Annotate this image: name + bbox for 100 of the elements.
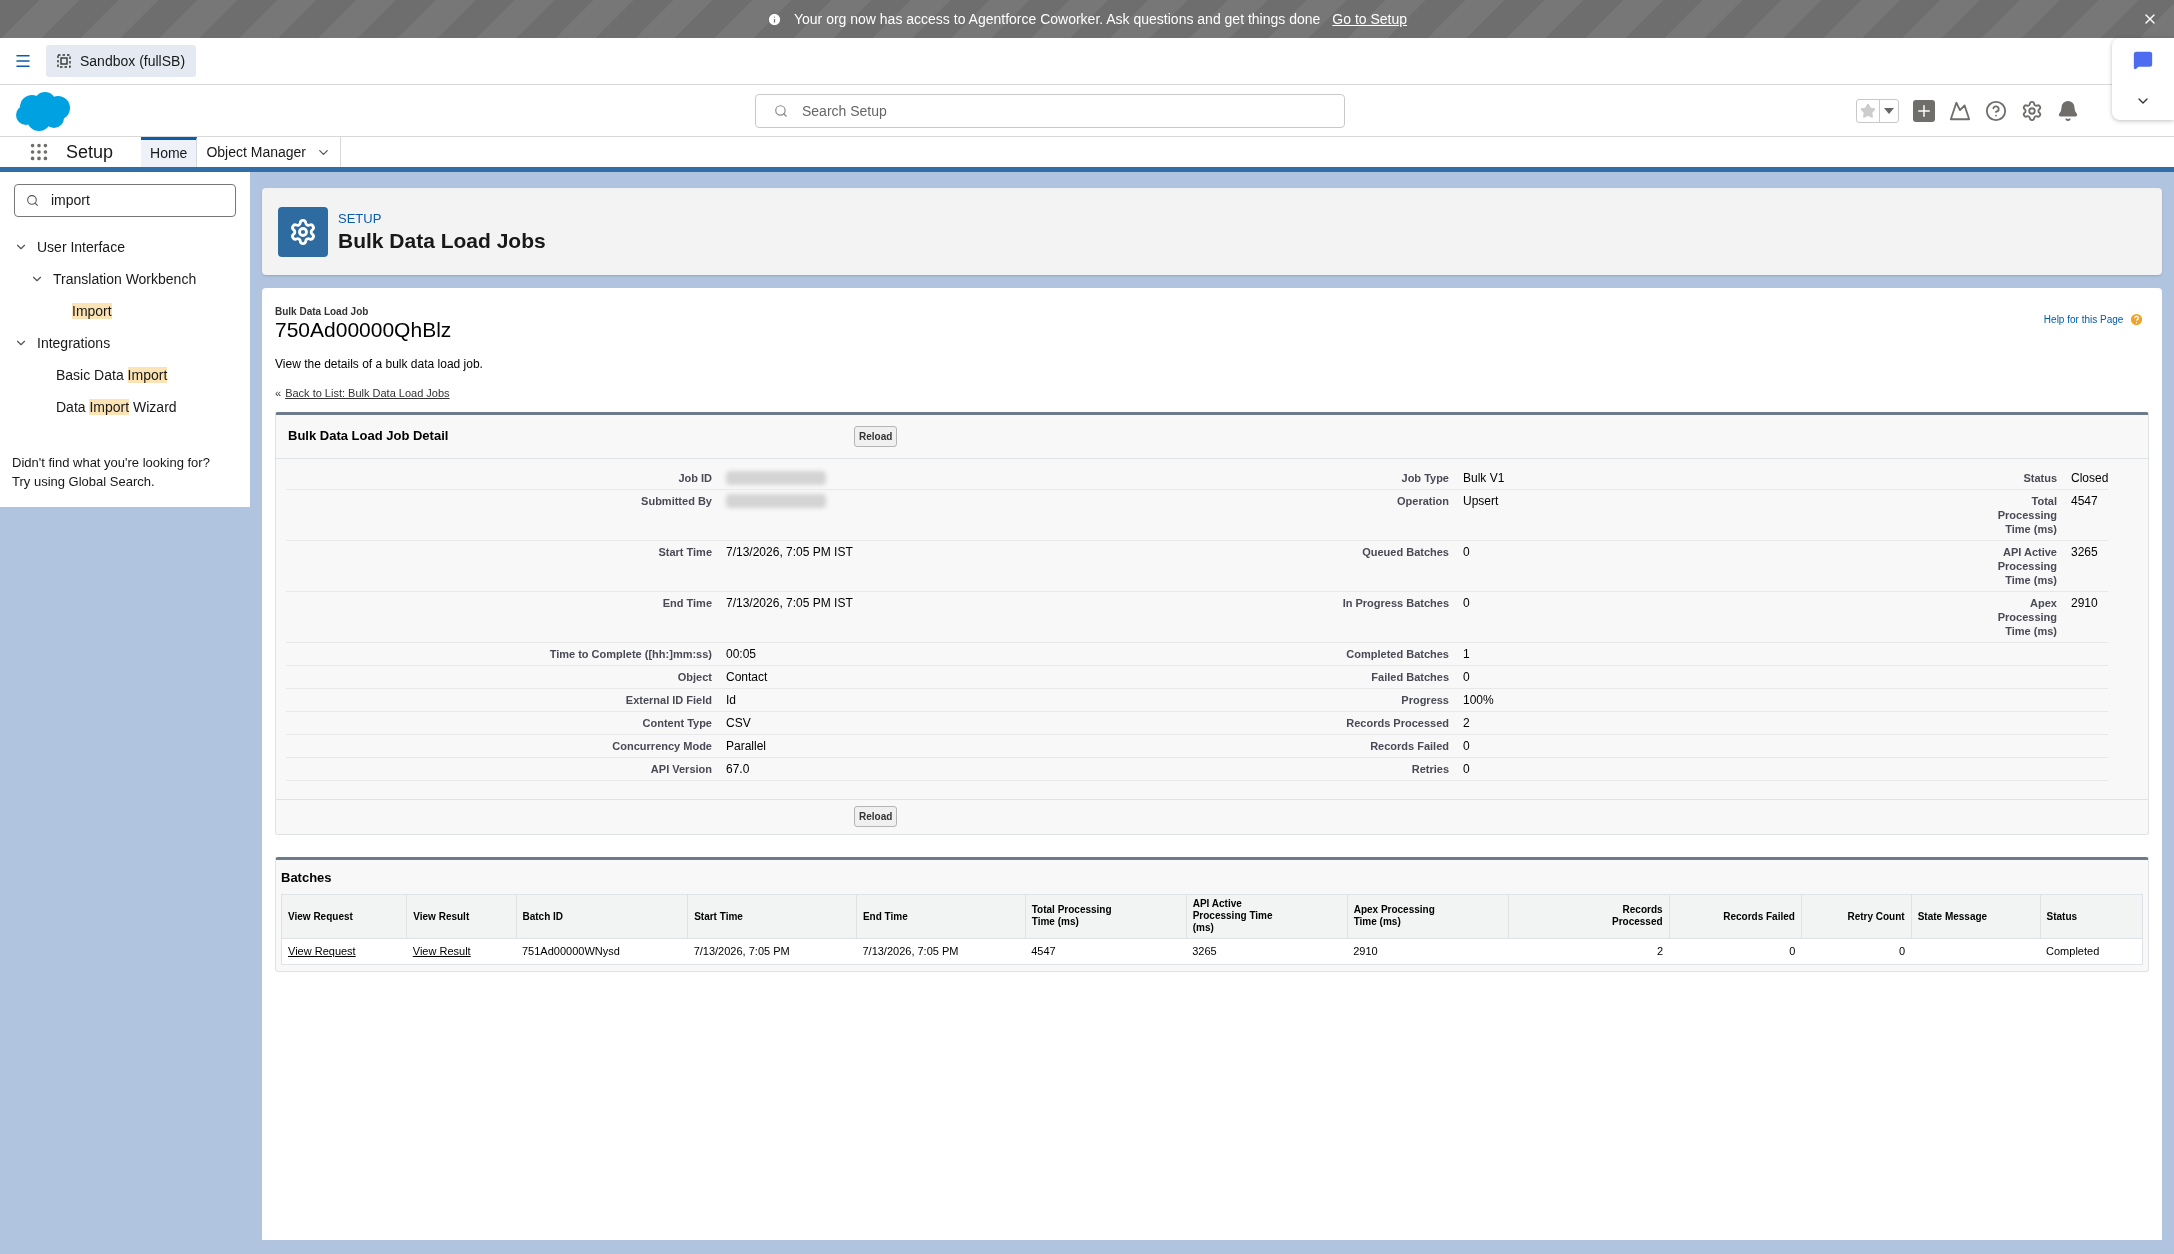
back-link[interactable]: Back to List: Bulk Data Load Jobs xyxy=(285,385,450,402)
field-value: 100% xyxy=(1463,692,1494,707)
banner-message: Your org now has access to Agentforce Coworker. Ask questions and get things done xyxy=(793,9,1321,29)
hint-text: Didn't find what you're looking for? xyxy=(12,454,211,472)
search-icon xyxy=(26,194,39,207)
field-label: Records Failed xyxy=(1370,738,1449,753)
field-label: Failed Batches xyxy=(1371,669,1449,684)
tree-item[interactable]: Basic Data Import xyxy=(56,364,168,386)
column-header: API Active Processing Time (ms) xyxy=(1192,897,1274,934)
reload-button[interactable]: Reload xyxy=(854,425,898,447)
field-label: Object xyxy=(677,669,712,684)
settings-icon[interactable] xyxy=(2021,99,2043,122)
dashed-square-icon xyxy=(57,54,71,68)
favorites-button[interactable] xyxy=(1856,98,1899,123)
table-cell: 7/13/2026, 7:05 PM xyxy=(693,945,790,957)
field-value: 2910 xyxy=(2071,595,2098,610)
field-value: 2 xyxy=(1463,715,1470,730)
field-value: 0 xyxy=(1463,738,1470,753)
table-cell: 7/13/2026, 7:05 PM xyxy=(862,945,959,957)
tree-item[interactable]: Data Import Wizard xyxy=(56,396,177,418)
page-title: Bulk Data Load Jobs xyxy=(338,228,546,255)
tree-item[interactable]: Translation Workbench xyxy=(53,268,197,290)
field-label: Submitted By xyxy=(641,493,712,508)
field-label: API Version xyxy=(650,761,712,776)
hint-text: Try using Global Search. xyxy=(12,473,156,491)
column-header: End Time xyxy=(862,911,908,923)
field-value: 7/13/2026, 7:05 PM IST xyxy=(726,544,853,559)
org-badge[interactable]: Sandbox (fullSB) xyxy=(46,45,197,77)
nav-tab[interactable]: Home xyxy=(141,137,198,167)
table-cell: 0 xyxy=(1899,945,1906,957)
table-cell: 2910 xyxy=(1353,945,1378,957)
field-value: Id xyxy=(726,692,736,707)
info-icon xyxy=(766,11,782,27)
column-header: View Result xyxy=(413,911,470,923)
field-value: Closed xyxy=(2071,470,2109,485)
field-label: Status xyxy=(2023,470,2057,485)
column-header: Records Processed xyxy=(1610,903,1663,928)
section-title: Batches xyxy=(281,869,332,885)
field-label: Records Processed xyxy=(1346,715,1449,730)
field-label: Job Type xyxy=(1401,470,1449,485)
field-value: 67.0 xyxy=(726,761,750,776)
field-value: 3265 xyxy=(2071,544,2098,559)
cloud-logo xyxy=(15,89,73,132)
field-value: 0 xyxy=(1463,544,1470,559)
column-header: Status xyxy=(2046,911,2078,923)
record-type: Bulk Data Load Job xyxy=(275,305,370,319)
field-value: 0 xyxy=(1463,761,1470,776)
caret-icon xyxy=(1884,107,1894,114)
tree-item[interactable]: Import xyxy=(72,300,112,322)
column-header: Total Processing Time (ms) xyxy=(1031,903,1113,928)
table-cell: 751Ad00000WNysd xyxy=(522,945,620,957)
field-value: 7/13/2026, 7:05 PM IST xyxy=(726,595,853,610)
field-value: 4547 xyxy=(2071,493,2098,508)
chat-icon[interactable] xyxy=(2133,49,2153,70)
field-value: 0 xyxy=(1463,669,1470,684)
field-label: API Active Processing Time (ms) xyxy=(1996,544,2057,587)
field-value: Contact xyxy=(726,669,768,684)
field-label: Content Type xyxy=(642,715,712,730)
column-header: Records Failed xyxy=(1723,911,1795,923)
add-icon[interactable] xyxy=(1913,99,1935,122)
bell-icon[interactable] xyxy=(2057,99,2079,122)
table-cell: 3265 xyxy=(1192,945,1217,957)
field-label: Total Processing Time (ms) xyxy=(1996,493,2057,536)
menu-icon[interactable] xyxy=(14,52,32,70)
field-label: In Progress Batches xyxy=(1342,595,1449,610)
tree-item[interactable]: User Interface xyxy=(37,236,125,258)
field-label: Completed Batches xyxy=(1346,646,1449,661)
column-header: Start Time xyxy=(694,911,743,923)
table-cell: Completed xyxy=(2046,945,2100,957)
column-header: State Message xyxy=(1917,911,1988,923)
star-icon xyxy=(1860,102,1876,119)
column-header: Apex Processing Time (ms) xyxy=(1353,903,1436,928)
field-value: Bulk V1 xyxy=(1463,470,1505,485)
field-label: Job ID xyxy=(678,470,712,485)
settings-icon xyxy=(278,206,328,257)
help-icon[interactable] xyxy=(1985,99,2007,122)
setup-link[interactable]: Go to Setup xyxy=(1332,8,1408,30)
field-label: Time to Complete ([hh:]mm:ss) xyxy=(549,646,712,661)
column-header: Retry Count xyxy=(1847,911,1905,923)
field-label: Progress xyxy=(1401,692,1449,707)
tree-item[interactable]: Integrations xyxy=(37,332,111,354)
table-link[interactable]: View Request xyxy=(288,945,356,957)
table-link[interactable]: View Result xyxy=(412,945,471,957)
reload-button[interactable]: Reload xyxy=(854,806,898,827)
field-label: End Time xyxy=(662,595,712,610)
search-field[interactable]: Search Setup xyxy=(755,94,1345,128)
app-launcher-icon[interactable] xyxy=(28,141,50,163)
column-header: View Request xyxy=(288,911,353,923)
field-label: Retries xyxy=(1411,761,1449,776)
field-value: 00:05 xyxy=(726,646,757,661)
field-label: Concurrency Mode xyxy=(612,738,712,753)
mountain-icon[interactable] xyxy=(1949,99,1971,122)
back-arrow: « xyxy=(275,386,282,401)
table-cell: 0 xyxy=(1789,945,1796,957)
field-value: Upsert xyxy=(1463,493,1499,508)
field-value: 1 xyxy=(1463,646,1470,661)
quick-find-field[interactable]: import xyxy=(14,184,236,217)
help-link[interactable]: Help for this Page xyxy=(2043,312,2124,327)
field-label: Operation xyxy=(1397,493,1449,508)
field-label: Apex Processing Time (ms) xyxy=(1996,595,2057,638)
